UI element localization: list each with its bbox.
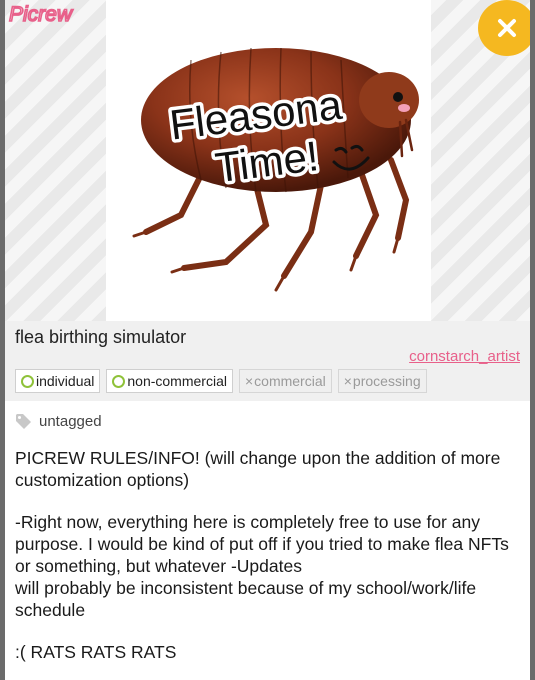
permission-individual: individual xyxy=(15,369,101,393)
permission-label: processing xyxy=(352,373,421,389)
allowed-circle-icon xyxy=(21,374,34,388)
disallowed-x-icon: × xyxy=(244,373,254,389)
tag-icon xyxy=(16,414,31,429)
permission-non-commercial: non-commercial xyxy=(106,369,233,393)
tag-row: untagged xyxy=(15,413,102,430)
flea-illustration: Fleasona Fleasona Time! Time! xyxy=(132,47,419,292)
creator-title: flea birthing simulator xyxy=(15,327,187,347)
picrew-logo[interactable]: Picrew xyxy=(7,2,99,26)
allowed-circle-icon xyxy=(112,374,126,388)
permission-label: individual xyxy=(36,373,95,389)
tags-label: untagged xyxy=(39,413,102,430)
permission-label: non-commercial xyxy=(127,373,227,389)
close-button[interactable] xyxy=(478,0,530,56)
description-paragraph-usage: -Right now, everything here is completel… xyxy=(15,511,525,621)
description-paragraph-rats: :( RATS RATS RATS xyxy=(15,642,177,662)
permission-commercial: × commercial xyxy=(238,369,332,393)
description-paragraph-rules: PICREW RULES/INFO! (will change upon the… xyxy=(15,448,501,490)
description-updates-line: will probably be inconsistent because of… xyxy=(15,578,477,620)
creator-description: PICREW RULES/INFO! (will change upon the… xyxy=(15,447,525,680)
author-link[interactable]: cornstarch_artist xyxy=(409,348,520,365)
close-icon xyxy=(498,19,516,37)
description-usage-line: -Right now, everything here is completel… xyxy=(15,512,509,576)
logo-text: Picrew xyxy=(9,3,74,26)
permission-label: commercial xyxy=(254,373,326,389)
creator-hero: Picrew Fleasona Fleasona Time! Time! xyxy=(5,0,530,321)
creator-info-bar: flea birthing simulator cornstarch_artis… xyxy=(5,321,530,401)
creator-thumbnail[interactable]: Fleasona Fleasona Time! Time! xyxy=(106,0,431,321)
creator-detail-modal: Picrew Fleasona Fleasona Time! Time! fle… xyxy=(5,0,530,680)
permission-tags: individual non-commercial × commercial ×… xyxy=(15,369,427,393)
disallowed-x-icon: × xyxy=(343,373,352,389)
permission-processing: × processing xyxy=(337,369,427,393)
